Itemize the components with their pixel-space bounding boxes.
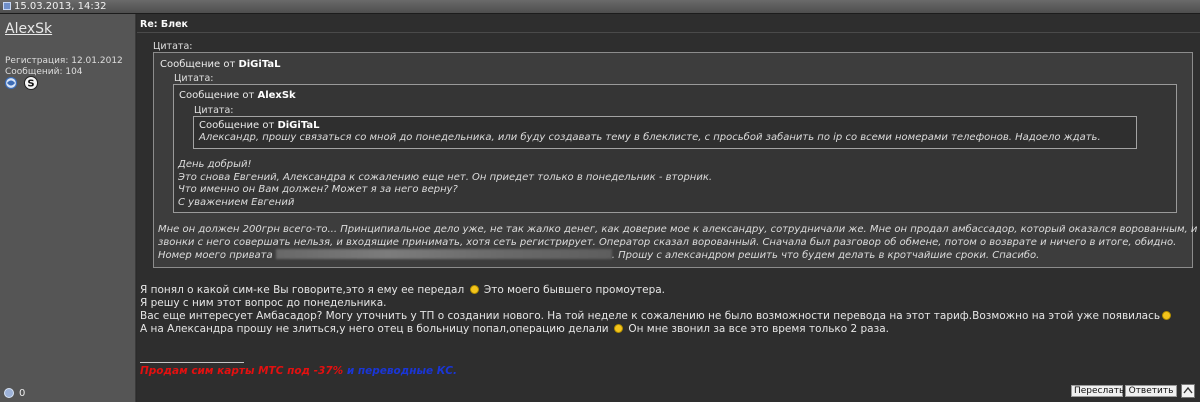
quote-from-prefix: Сообщение от <box>160 59 239 70</box>
signature-red-text[interactable]: Продам сим карты МТС под -37% <box>140 365 343 377</box>
body-text: А на Александра прошу не злиться,у него … <box>140 323 609 335</box>
quote-line: звонки с него совершать нельзя, и входящ… <box>158 236 1177 248</box>
body-text: Вас еще интересует Амбасадор? Могу уточн… <box>140 310 1161 322</box>
quote-line: Что именно он Вам должен? Может я за нег… <box>178 184 458 195</box>
quote-text: День добрый! Это снова Евгений, Александ… <box>178 159 712 209</box>
quote-text: Мне он должен 200грн всего-то... Принцип… <box>158 224 1197 263</box>
quote-box: Сообщение от DiGiTaL Цитата: Сообщение о… <box>153 52 1197 268</box>
post-datetime: 15.03.2013, 14:32 <box>14 1 107 12</box>
quote-line: Это снова Евгений, Александра к сожалени… <box>178 171 713 183</box>
quote-line: С уважением Евгений <box>178 196 295 208</box>
quote-author: AlexSk <box>257 90 296 101</box>
user-info-panel: AlexSk Регистрация: 12.01.2012 Сообщений… <box>0 14 136 402</box>
body-line: Я решу с ним этот вопрос до понедельника… <box>140 297 387 309</box>
quote-label: Цитата: <box>194 105 234 116</box>
body-text: Я понял о какой сим-ке Вы говорите,это я… <box>140 284 465 296</box>
quote-line: Номер моего привата <box>158 250 273 261</box>
online-status-icon <box>4 388 14 398</box>
reputation-icon: 0 <box>19 388 26 399</box>
quote-text: Александр, прошу связаться со мной до по… <box>199 132 1101 143</box>
user-meta: Регистрация: 12.01.2012 Сообщений: 104 <box>5 56 123 78</box>
quote-line: День добрый! <box>178 159 252 170</box>
signature-blue-text[interactable]: и переводные КС. <box>343 365 457 377</box>
smile-icon <box>469 285 479 294</box>
signature-divider <box>140 362 244 363</box>
body-line: А на Александра прошу не злиться,у него … <box>140 323 1173 336</box>
svg-text:S: S <box>27 79 34 90</box>
post-icon <box>3 2 11 10</box>
smile-icon <box>613 324 623 333</box>
quote-author: DiGiTaL <box>277 120 320 131</box>
quote-from-prefix: Сообщение от <box>199 120 278 131</box>
nested-quote-box: Сообщение от DiGiTaL Александр, прошу св… <box>193 116 1137 149</box>
quote-line: Мне он должен 200грн всего-то... Принцип… <box>158 224 1198 235</box>
user-status-icon[interactable] <box>4 77 19 89</box>
subject-divider <box>137 32 1200 33</box>
post-content: Re: Блек Цитата: Сообщение от DiGiTaL Ци… <box>137 14 1200 402</box>
post-subject: Re: Блек <box>140 19 188 30</box>
redacted-card-number <box>275 249 612 259</box>
username-link[interactable]: AlexSk <box>5 21 52 37</box>
reply-button[interactable]: Ответить <box>1125 385 1177 397</box>
post-count: Сообщений: 104 <box>5 67 83 77</box>
quote-label: Цитата: <box>153 41 193 52</box>
body-text: Это моего бывшего промоутера. <box>483 284 666 296</box>
quote-author-line: Сообщение от DiGiTaL <box>160 59 280 70</box>
body-text: Он мне звонил за все это время только 2 … <box>628 323 889 335</box>
quote-author-line: Сообщение от AlexSk <box>179 90 296 101</box>
skype-icon[interactable]: S <box>24 76 38 90</box>
back-to-top-icon[interactable] <box>1181 384 1195 398</box>
quote-label: Цитата: <box>174 73 214 84</box>
quote-from-prefix: Сообщение от <box>179 90 258 101</box>
quote-author: DiGiTaL <box>238 59 281 70</box>
forward-button[interactable]: Переслать <box>1071 385 1124 397</box>
quote-author-line: Сообщение от DiGiTaL <box>199 120 319 131</box>
post-header-bar: 15.03.2013, 14:32 <box>0 0 1200 14</box>
quote-line: . Прошу с александром решить что будем д… <box>611 250 1040 261</box>
registration-date: Регистрация: 12.01.2012 <box>5 56 123 66</box>
smile-icon <box>1162 311 1172 320</box>
body-line: Я понял о какой сим-ке Вы говорите,это я… <box>140 284 1173 297</box>
nested-quote-box: Сообщение от AlexSk Цитата: Сообщение от… <box>173 84 1177 213</box>
post-body: Я понял о какой сим-ке Вы говорите,это я… <box>140 284 1173 336</box>
body-line: Вас еще интересует Амбасадор? Могу уточн… <box>140 310 1173 323</box>
signature[interactable]: Продам сим карты МТС под -37% и переводн… <box>140 365 457 377</box>
